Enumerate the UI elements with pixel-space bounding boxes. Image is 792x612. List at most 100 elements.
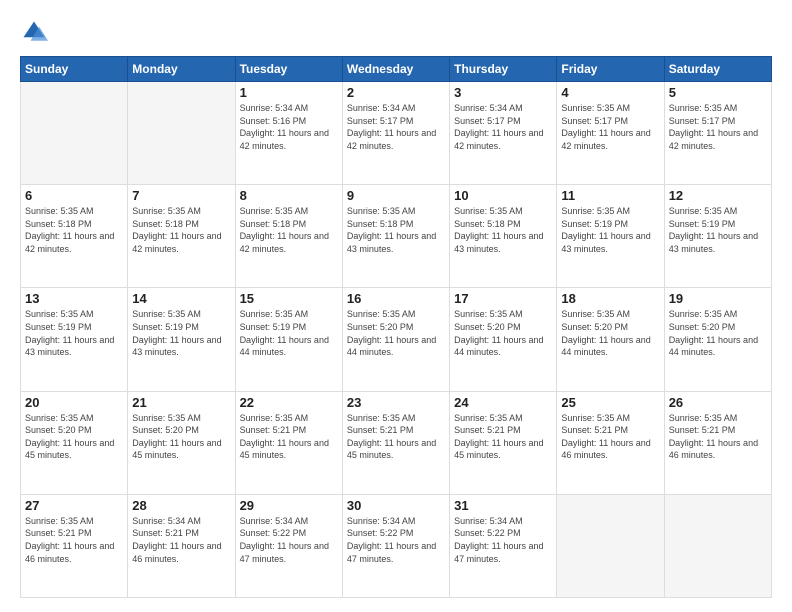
day-cell: 23 Sunrise: 5:35 AMSunset: 5:21 PMDayligh… <box>342 391 449 494</box>
day-info: Sunrise: 5:34 AMSunset: 5:17 PMDaylight:… <box>347 102 445 152</box>
day-info: Sunrise: 5:34 AMSunset: 5:22 PMDaylight:… <box>454 515 552 565</box>
day-number: 25 <box>561 395 659 410</box>
day-info: Sunrise: 5:35 AMSunset: 5:21 PMDaylight:… <box>669 412 767 462</box>
day-number: 14 <box>132 291 230 306</box>
day-number: 12 <box>669 188 767 203</box>
day-cell: 22 Sunrise: 5:35 AMSunset: 5:21 PMDayligh… <box>235 391 342 494</box>
day-cell: 31 Sunrise: 5:34 AMSunset: 5:22 PMDayligh… <box>450 494 557 597</box>
day-info: Sunrise: 5:35 AMSunset: 5:18 PMDaylight:… <box>25 205 123 255</box>
weekday-sunday: Sunday <box>21 57 128 82</box>
day-number: 27 <box>25 498 123 513</box>
day-info: Sunrise: 5:34 AMSunset: 5:21 PMDaylight:… <box>132 515 230 565</box>
calendar-table: SundayMondayTuesdayWednesdayThursdayFrid… <box>20 56 772 598</box>
week-row-2: 6 Sunrise: 5:35 AMSunset: 5:18 PMDaylight… <box>21 185 772 288</box>
day-cell: 9Sunrise: 5:35 AMSunset: 5:18 PMDaylight… <box>342 185 449 288</box>
weekday-wednesday: Wednesday <box>342 57 449 82</box>
day-number: 7 <box>132 188 230 203</box>
day-cell: 29 Sunrise: 5:34 AMSunset: 5:22 PMDayligh… <box>235 494 342 597</box>
day-info: Sunrise: 5:35 AMSunset: 5:19 PMDaylight:… <box>669 205 767 255</box>
day-number: 11 <box>561 188 659 203</box>
day-cell <box>557 494 664 597</box>
day-number: 17 <box>454 291 552 306</box>
day-info: Sunrise: 5:35 AMSunset: 5:21 PMDaylight:… <box>561 412 659 462</box>
weekday-saturday: Saturday <box>664 57 771 82</box>
week-row-1: 1 Sunrise: 5:34 AMSunset: 5:16 PMDaylight… <box>21 82 772 185</box>
day-number: 2 <box>347 85 445 100</box>
day-info: Sunrise: 5:35 AMSunset: 5:19 PMDaylight:… <box>561 205 659 255</box>
day-cell: 11 Sunrise: 5:35 AMSunset: 5:19 PMDayligh… <box>557 185 664 288</box>
weekday-thursday: Thursday <box>450 57 557 82</box>
day-cell <box>128 82 235 185</box>
day-number: 19 <box>669 291 767 306</box>
day-cell: 21Sunrise: 5:35 AMSunset: 5:20 PMDayligh… <box>128 391 235 494</box>
day-cell: 28 Sunrise: 5:34 AMSunset: 5:21 PMDayligh… <box>128 494 235 597</box>
day-cell <box>664 494 771 597</box>
day-number: 26 <box>669 395 767 410</box>
weekday-monday: Monday <box>128 57 235 82</box>
day-info: Sunrise: 5:35 AMSunset: 5:18 PMDaylight:… <box>132 205 230 255</box>
day-cell: 16 Sunrise: 5:35 AMSunset: 5:20 PMDayligh… <box>342 288 449 391</box>
day-number: 4 <box>561 85 659 100</box>
day-info: Sunrise: 5:34 AMSunset: 5:16 PMDaylight:… <box>240 102 338 152</box>
day-info: Sunrise: 5:35 AMSunset: 5:20 PMDaylight:… <box>454 308 552 358</box>
weekday-friday: Friday <box>557 57 664 82</box>
day-info: Sunrise: 5:35 AMSunset: 5:19 PMDaylight:… <box>240 308 338 358</box>
day-info: Sunrise: 5:35 AMSunset: 5:20 PMDaylight:… <box>561 308 659 358</box>
day-cell: 24Sunrise: 5:35 AMSunset: 5:21 PMDayligh… <box>450 391 557 494</box>
day-number: 20 <box>25 395 123 410</box>
day-cell: 15Sunrise: 5:35 AMSunset: 5:19 PMDayligh… <box>235 288 342 391</box>
day-cell: 30 Sunrise: 5:34 AMSunset: 5:22 PMDayligh… <box>342 494 449 597</box>
week-row-4: 20 Sunrise: 5:35 AMSunset: 5:20 PMDayligh… <box>21 391 772 494</box>
day-cell: 19 Sunrise: 5:35 AMSunset: 5:20 PMDayligh… <box>664 288 771 391</box>
day-number: 30 <box>347 498 445 513</box>
day-info: Sunrise: 5:34 AMSunset: 5:22 PMDaylight:… <box>240 515 338 565</box>
day-cell: 4 Sunrise: 5:35 AMSunset: 5:17 PMDaylight… <box>557 82 664 185</box>
day-number: 1 <box>240 85 338 100</box>
day-info: Sunrise: 5:34 AMSunset: 5:17 PMDaylight:… <box>454 102 552 152</box>
logo <box>20 18 52 46</box>
day-info: Sunrise: 5:35 AMSunset: 5:17 PMDaylight:… <box>669 102 767 152</box>
day-number: 8 <box>240 188 338 203</box>
day-cell: 3Sunrise: 5:34 AMSunset: 5:17 PMDaylight… <box>450 82 557 185</box>
day-number: 13 <box>25 291 123 306</box>
day-cell: 13 Sunrise: 5:35 AMSunset: 5:19 PMDayligh… <box>21 288 128 391</box>
day-info: Sunrise: 5:35 AMSunset: 5:19 PMDaylight:… <box>25 308 123 358</box>
day-info: Sunrise: 5:35 AMSunset: 5:21 PMDaylight:… <box>347 412 445 462</box>
day-number: 18 <box>561 291 659 306</box>
day-cell: 27 Sunrise: 5:35 AMSunset: 5:21 PMDayligh… <box>21 494 128 597</box>
day-info: Sunrise: 5:35 AMSunset: 5:20 PMDaylight:… <box>669 308 767 358</box>
day-info: Sunrise: 5:35 AMSunset: 5:21 PMDaylight:… <box>25 515 123 565</box>
day-cell: 14 Sunrise: 5:35 AMSunset: 5:19 PMDayligh… <box>128 288 235 391</box>
day-cell: 26 Sunrise: 5:35 AMSunset: 5:21 PMDayligh… <box>664 391 771 494</box>
weekday-header-row: SundayMondayTuesdayWednesdayThursdayFrid… <box>21 57 772 82</box>
day-info: Sunrise: 5:35 AMSunset: 5:18 PMDaylight:… <box>347 205 445 255</box>
weekday-tuesday: Tuesday <box>235 57 342 82</box>
day-info: Sunrise: 5:35 AMSunset: 5:17 PMDaylight:… <box>561 102 659 152</box>
day-cell: 20 Sunrise: 5:35 AMSunset: 5:20 PMDayligh… <box>21 391 128 494</box>
day-cell: 25 Sunrise: 5:35 AMSunset: 5:21 PMDayligh… <box>557 391 664 494</box>
day-cell: 18 Sunrise: 5:35 AMSunset: 5:20 PMDayligh… <box>557 288 664 391</box>
day-cell: 8Sunrise: 5:35 AMSunset: 5:18 PMDaylight… <box>235 185 342 288</box>
day-number: 31 <box>454 498 552 513</box>
day-cell: 17 Sunrise: 5:35 AMSunset: 5:20 PMDayligh… <box>450 288 557 391</box>
day-number: 24 <box>454 395 552 410</box>
day-info: Sunrise: 5:35 AMSunset: 5:20 PMDaylight:… <box>347 308 445 358</box>
day-info: Sunrise: 5:35 AMSunset: 5:20 PMDaylight:… <box>25 412 123 462</box>
day-cell: 6 Sunrise: 5:35 AMSunset: 5:18 PMDaylight… <box>21 185 128 288</box>
day-info: Sunrise: 5:35 AMSunset: 5:19 PMDaylight:… <box>132 308 230 358</box>
day-cell: 5Sunrise: 5:35 AMSunset: 5:17 PMDaylight… <box>664 82 771 185</box>
day-info: Sunrise: 5:35 AMSunset: 5:21 PMDaylight:… <box>240 412 338 462</box>
day-number: 22 <box>240 395 338 410</box>
day-cell: 1 Sunrise: 5:34 AMSunset: 5:16 PMDaylight… <box>235 82 342 185</box>
day-number: 28 <box>132 498 230 513</box>
day-number: 23 <box>347 395 445 410</box>
day-cell <box>21 82 128 185</box>
day-number: 10 <box>454 188 552 203</box>
day-number: 16 <box>347 291 445 306</box>
day-number: 29 <box>240 498 338 513</box>
day-info: Sunrise: 5:34 AMSunset: 5:22 PMDaylight:… <box>347 515 445 565</box>
day-cell: 2 Sunrise: 5:34 AMSunset: 5:17 PMDaylight… <box>342 82 449 185</box>
day-cell: 7 Sunrise: 5:35 AMSunset: 5:18 PMDaylight… <box>128 185 235 288</box>
header <box>20 18 772 46</box>
day-number: 6 <box>25 188 123 203</box>
